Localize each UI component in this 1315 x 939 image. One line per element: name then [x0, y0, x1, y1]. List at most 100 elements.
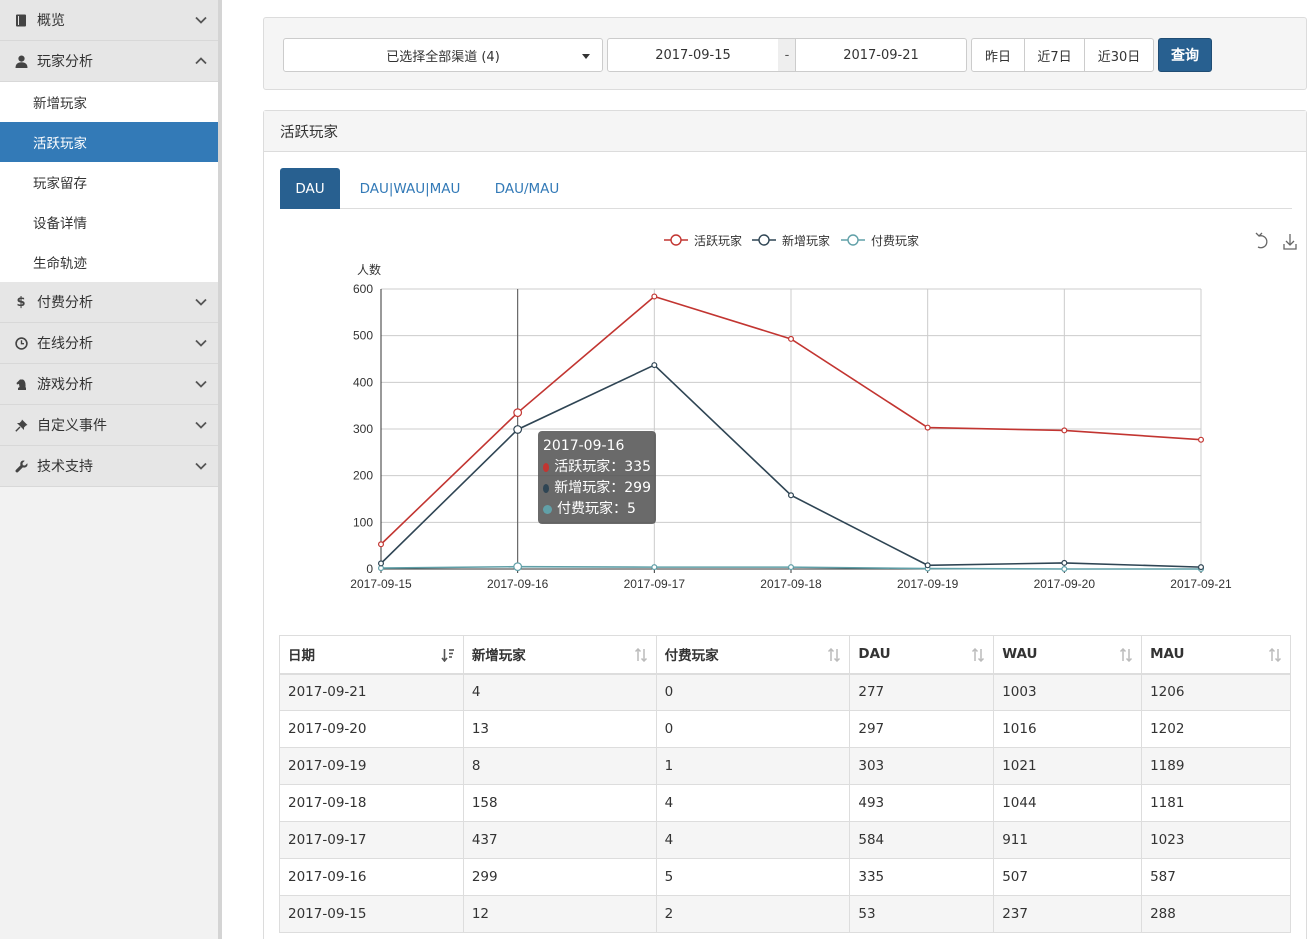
- column-header-wau[interactable]: WAU: [993, 635, 1143, 675]
- data-point: [787, 564, 794, 571]
- column-header-paying-players[interactable]: 付费玩家: [655, 635, 851, 675]
- column-header-label: DAU: [858, 646, 891, 663]
- table-cell: 5: [655, 858, 851, 896]
- table-header-row: 日期 新增玩家 付费玩家 DAU WAU MAU: [279, 635, 1291, 675]
- legend-marker: [847, 234, 859, 246]
- table-cell: 2017-09-19: [279, 747, 464, 785]
- data-point: [1061, 427, 1068, 434]
- table-row: 2017-09-18 158 4 493 1044 1181: [279, 784, 1291, 822]
- column-header-label: MAU: [1150, 646, 1185, 663]
- table-cell: 1021: [993, 747, 1143, 785]
- sort-icon: [634, 648, 647, 662]
- line-chart: 01002003004005006002017-09-15 2017-09-16 2…: [350, 232, 1297, 591]
- table-row: 2017-09-17 437 4 584 911 1023: [279, 821, 1291, 859]
- table-row: 2017-09-21 4 0 277 1003 1206: [279, 673, 1291, 711]
- column-header-date[interactable]: 日期: [279, 635, 464, 675]
- table-cell: 1023: [1141, 821, 1291, 859]
- table-cell: 1181: [1141, 784, 1291, 822]
- series-dot: [543, 484, 550, 493]
- table-cell: 335: [849, 858, 995, 896]
- y-tick-label: 100: [353, 515, 373, 529]
- table-cell: 0: [655, 673, 851, 711]
- legend-label: 活跃玩家: [694, 233, 742, 248]
- data-table: 日期 新增玩家 付费玩家 DAU WAU MAU 2017-09-21 4 0 277…: [279, 635, 1291, 933]
- column-header-new-players[interactable]: 新增玩家: [462, 635, 657, 675]
- tooltip-row-text: 活跃玩家：335: [554, 459, 651, 475]
- table-cell: 437: [462, 821, 657, 859]
- data-point: [378, 560, 385, 567]
- legend-marker: [670, 234, 682, 246]
- data-point: [651, 293, 658, 300]
- table-cell: 12: [462, 895, 657, 933]
- table-cell: 277: [849, 673, 995, 711]
- table-cell: 2: [655, 895, 851, 933]
- y-tick-label: 0: [366, 562, 373, 576]
- sort-icon: [1120, 648, 1133, 662]
- y-tick-label: 300: [353, 422, 373, 436]
- data-point: [787, 335, 794, 342]
- tooltip-row-text: 新增玩家：299: [554, 480, 651, 496]
- sort-icon: [828, 648, 841, 662]
- table-cell: 297: [849, 710, 995, 748]
- tooltip-title: 2017-09-16: [543, 438, 625, 454]
- column-header-mau[interactable]: MAU: [1141, 635, 1291, 675]
- table-cell: 584: [849, 821, 995, 859]
- table-cell: 2017-09-21: [279, 673, 464, 711]
- data-point: [651, 362, 658, 369]
- table-cell: 2017-09-18: [279, 784, 464, 822]
- table-cell: 2017-09-15: [279, 895, 464, 933]
- x-tick-label: 2017-09-19: [897, 577, 959, 591]
- table-cell: 53: [849, 895, 995, 933]
- column-header-dau[interactable]: DAU: [849, 635, 995, 675]
- table-cell: 13: [462, 710, 657, 748]
- table-row: 2017-09-20 13 0 297 1016 1202: [279, 710, 1291, 748]
- table-cell: 4: [655, 821, 851, 859]
- tooltip-row: 新增玩家：299: [543, 478, 651, 499]
- download-icon[interactable]: [1283, 234, 1297, 250]
- table-cell: 4: [655, 784, 851, 822]
- table-cell: 1044: [993, 784, 1143, 822]
- column-header-label: 日期: [288, 648, 315, 665]
- data-point: [1197, 436, 1204, 443]
- x-tick-label: 2017-09-20: [1034, 577, 1096, 591]
- y-tick-label: 500: [353, 329, 373, 343]
- table-cell: 1206: [1141, 673, 1291, 711]
- tooltip-row-text: 付费玩家：5: [557, 501, 636, 517]
- x-tick-label: 2017-09-18: [760, 577, 822, 591]
- table-cell: 587: [1141, 858, 1291, 896]
- tooltip-row: 活跃玩家：335: [543, 457, 651, 478]
- table-cell: 303: [849, 747, 995, 785]
- table-cell: 2017-09-20: [279, 710, 464, 748]
- table-row: 2017-09-16 299 5 335 507 587: [279, 858, 1291, 896]
- table-cell: 1016: [993, 710, 1143, 748]
- column-header-label: 付费玩家: [664, 648, 719, 665]
- x-tick-label: 2017-09-17: [624, 577, 686, 591]
- series-dot: [543, 463, 550, 472]
- table-cell: 2017-09-17: [279, 821, 464, 859]
- table-cell: 1202: [1141, 710, 1291, 748]
- y-tick-label: 600: [353, 282, 373, 296]
- data-point: [1061, 565, 1068, 572]
- table-row: 2017-09-15 12 2 53 237 288: [279, 895, 1291, 933]
- refresh-icon[interactable]: [1255, 232, 1268, 249]
- table-cell: 1: [655, 747, 851, 785]
- series-dot: [543, 505, 552, 514]
- y-axis-label: 人数: [357, 262, 381, 277]
- tooltip-row: 付费玩家：5: [543, 499, 651, 520]
- table-cell: 8: [462, 747, 657, 785]
- data-point: [378, 541, 385, 548]
- data-point: [1061, 559, 1068, 566]
- x-tick-label: 2017-09-15: [350, 577, 412, 591]
- legend-marker: [758, 234, 770, 246]
- table-cell: 299: [462, 858, 657, 896]
- table-cell: 507: [993, 858, 1143, 896]
- legend-label: 新增玩家: [782, 233, 830, 248]
- data-point: [513, 425, 523, 434]
- column-header-label: 新增玩家: [471, 648, 526, 665]
- data-point: [513, 408, 523, 418]
- table-row: 2017-09-19 8 1 303 1021 1189: [279, 747, 1291, 785]
- table-cell: 493: [849, 784, 995, 822]
- data-point: [513, 562, 523, 572]
- table-cell: 1003: [993, 673, 1143, 711]
- sort-icon: [1268, 648, 1282, 662]
